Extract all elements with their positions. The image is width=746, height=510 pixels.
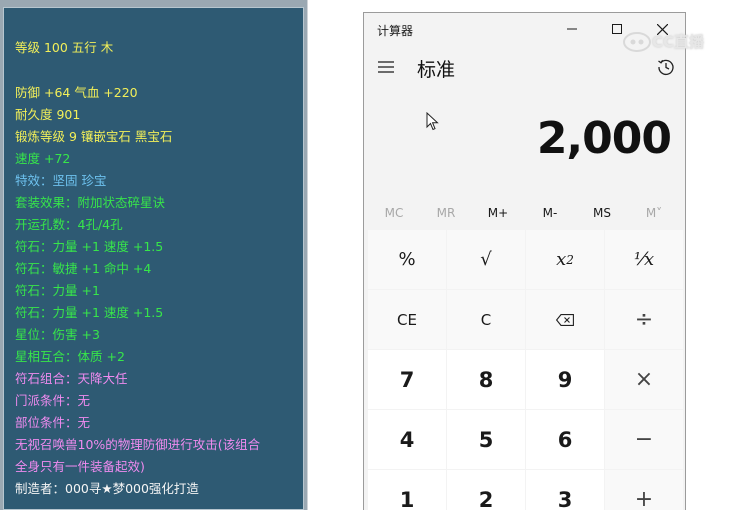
digit-label: 1	[399, 487, 415, 510]
square-root-label: √	[480, 249, 492, 270]
mouse-cursor-icon	[426, 112, 439, 131]
tooltip-line: 全身只有一件装备起效)	[15, 459, 145, 474]
tooltip-line: 符石：力量 +1 速度 +1.5	[15, 305, 164, 320]
clear-entry-label: CE	[397, 310, 417, 329]
minus-label: −	[634, 427, 654, 452]
tooltip-line: 等级 100 五行 木	[15, 40, 114, 55]
divider	[307, 0, 308, 510]
minimize-button[interactable]	[549, 13, 595, 45]
memory-list-button: M˅	[645, 206, 663, 220]
digit-4-button[interactable]: 4	[368, 410, 446, 469]
tooltip-line: 星位：伤害 +3	[15, 327, 100, 342]
digit-9-button[interactable]: 9	[526, 350, 604, 409]
navigation-menu-button[interactable]	[372, 53, 400, 81]
tooltip-line: 符石：力量 +1	[15, 283, 100, 298]
hamburger-menu-icon	[378, 61, 394, 73]
tooltip-line: 符石：敏捷 +1 命中 +4	[15, 261, 152, 276]
watermark: CC直播	[622, 28, 722, 54]
tooltip-line: 套装效果：附加状态碎星诀	[15, 195, 166, 210]
tooltip-line: 星相互合：体质 +2	[15, 349, 125, 364]
minus-button[interactable]: −	[605, 410, 683, 469]
digit-3-button[interactable]: 3	[526, 470, 604, 510]
plus-label: +	[634, 487, 654, 510]
memory-row: MC MR M+ M- MS M˅	[364, 201, 685, 225]
cc-logo-icon	[623, 32, 651, 52]
percent-label: %	[398, 249, 416, 270]
minimize-icon	[567, 28, 577, 30]
calculator-header: 标准	[364, 49, 685, 89]
digit-1-button[interactable]: 1	[368, 470, 446, 510]
tooltip-line: 速度 +72	[15, 151, 71, 166]
memory-store-button[interactable]: MS	[576, 201, 628, 225]
desktop-background-right	[686, 0, 746, 510]
digit-label: 9	[557, 367, 573, 392]
multiply-label: ×	[634, 367, 654, 392]
square-exponent-label: 2	[566, 252, 574, 267]
square-root-button[interactable]: √	[447, 230, 525, 289]
digit-label: 5	[478, 427, 494, 452]
digit-2-button[interactable]: 2	[447, 470, 525, 510]
calculator-window: 计算器 标准 2,000 MC MR M+ M- MS M˅ % √ x 2 ⅟…	[363, 12, 686, 510]
equipment-tooltip: 等级 100 五行 木 防御 +64 气血 +220 耐久度 901 锻炼等级 …	[3, 7, 304, 510]
clear-label: C	[480, 310, 492, 329]
memory-subtract-button[interactable]: M-	[524, 201, 576, 225]
digit-label: 7	[399, 367, 415, 392]
memory-clear-button: MC	[384, 206, 404, 220]
mode-title: 标准	[417, 59, 456, 81]
percent-button[interactable]: %	[368, 230, 446, 289]
memory-recall-button: MR	[436, 206, 456, 220]
desktop-background	[307, 0, 363, 510]
result-display: 2,000	[536, 113, 672, 164]
tooltip-line: 开运孔数：4孔/4孔	[15, 217, 123, 232]
history-icon	[658, 59, 674, 76]
tooltip-line: 特效：坚固 珍宝	[15, 173, 107, 188]
plus-button[interactable]: +	[605, 470, 683, 510]
tooltip-line: 耐久度 901	[15, 107, 81, 122]
maximize-icon	[612, 24, 622, 34]
square-button[interactable]: x2	[526, 230, 604, 289]
digit-8-button[interactable]: 8	[447, 350, 525, 409]
tooltip-line: 部位条件：无	[15, 415, 91, 430]
reciprocal-button[interactable]: ⅟x	[605, 230, 683, 289]
window-title: 计算器	[377, 24, 414, 38]
digit-7-button[interactable]: 7	[368, 350, 446, 409]
tooltip-line: 制造者：000寻★梦000强化打造	[15, 481, 199, 496]
digit-label: 6	[557, 427, 573, 452]
digit-6-button[interactable]: 6	[526, 410, 604, 469]
memory-add-button[interactable]: M+	[472, 201, 524, 225]
reciprocal-label: ⅟x	[633, 249, 655, 270]
divide-button[interactable]: ÷	[605, 290, 683, 349]
square-base-label: x	[556, 249, 567, 270]
digit-label: 3	[557, 487, 573, 510]
tooltip-line: 锻炼等级 9 镶嵌宝石 黑宝石	[15, 129, 173, 144]
clear-entry-button[interactable]: CE	[368, 290, 446, 349]
tooltip-line: 符石组合：天降大任	[15, 371, 128, 386]
divide-label: ÷	[634, 307, 654, 332]
digit-label: 4	[399, 427, 415, 452]
multiply-button[interactable]: ×	[605, 350, 683, 409]
tooltip-line: 防御 +64 气血 +220	[15, 85, 138, 100]
backspace-button[interactable]	[526, 290, 604, 349]
digit-label: 8	[478, 367, 494, 392]
clear-button[interactable]: C	[447, 290, 525, 349]
tooltip-line: 无视召唤兽10%的物理防御进行攻击(该组合	[15, 437, 261, 452]
tooltip-line: 符石：力量 +1 速度 +1.5	[15, 239, 164, 254]
tooltip-line: 门派条件：无	[15, 393, 91, 408]
history-button[interactable]	[652, 53, 680, 81]
digit-5-button[interactable]: 5	[447, 410, 525, 469]
watermark-text: CC直播	[652, 33, 705, 51]
digit-label: 2	[478, 487, 494, 510]
backspace-icon	[556, 313, 574, 326]
